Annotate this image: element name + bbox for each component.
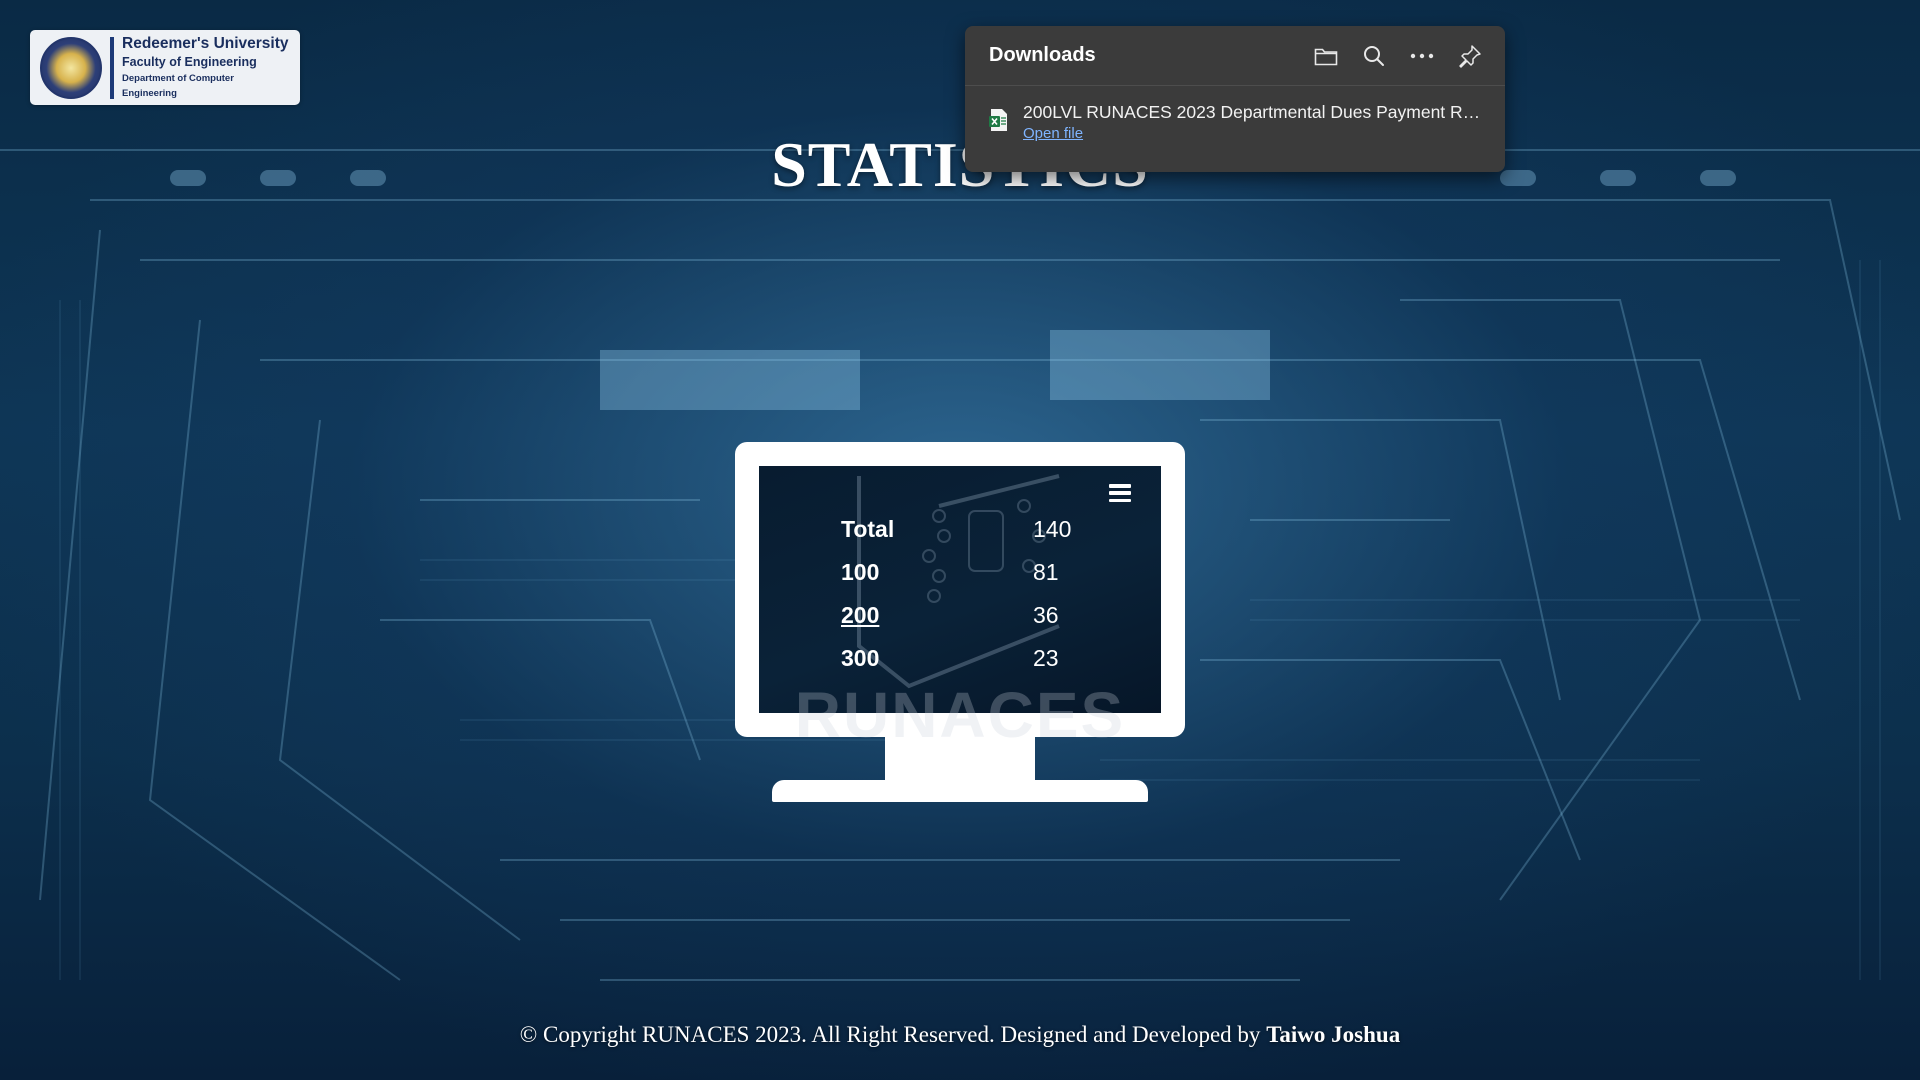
stat-link-200[interactable]: 200	[841, 602, 1033, 629]
downloads-header: Downloads	[965, 26, 1505, 86]
university-seal-icon	[40, 36, 102, 99]
stats-table: Total 140 100 81 200 36 300 23	[841, 508, 1101, 680]
university-logo[interactable]: Redeemer's University Faculty of Enginee…	[30, 30, 300, 105]
page-title: STATISTICS	[771, 129, 1149, 200]
university-name: Redeemer's University	[122, 35, 289, 52]
stat-value: 140	[1033, 516, 1072, 542]
footer: © Copyright RUNACES 2023. All Right Rese…	[0, 1022, 1920, 1048]
menu-icon[interactable]	[1109, 484, 1131, 502]
monitor-screen: Total 140 100 81 200 36 300 23	[759, 466, 1161, 713]
download-filename[interactable]: 200LVL RUNACES 2023 Departmental Dues Pa…	[1023, 100, 1485, 124]
department-name: Department of Computer Engineering	[122, 73, 234, 99]
stat-value: 36	[1033, 602, 1059, 628]
search-icon[interactable]	[1361, 43, 1387, 69]
downloads-panel: Downloads 200LVL RUNACES 2023 Department…	[965, 26, 1505, 172]
logo-text: Redeemer's University Faculty of Enginee…	[122, 34, 290, 101]
stat-value: 23	[1033, 645, 1059, 671]
downloads-title: Downloads	[989, 44, 1096, 66]
logo-divider	[110, 36, 114, 99]
downloads-toolbar	[1313, 43, 1483, 69]
stat-label[interactable]: 300	[841, 645, 1033, 672]
stat-label[interactable]: 100	[841, 559, 1033, 586]
faculty-name: Faculty of Engineering	[122, 55, 257, 69]
stat-row-100: 100 81	[841, 551, 1101, 594]
download-info: 200LVL RUNACES 2023 Departmental Dues Pa…	[1023, 100, 1485, 144]
footer-author: Taiwo Joshua	[1266, 1022, 1401, 1047]
open-file-link[interactable]: Open file	[1023, 124, 1083, 144]
stat-row-total: Total 140	[841, 508, 1101, 551]
download-item[interactable]: 200LVL RUNACES 2023 Departmental Dues Pa…	[965, 86, 1505, 144]
stat-row-200: 200 36	[841, 594, 1101, 637]
stat-label: Total	[841, 516, 895, 542]
stat-row-300: 300 23	[841, 637, 1101, 680]
monitor-stand-base	[772, 780, 1148, 802]
excel-file-icon	[989, 109, 1007, 131]
pin-icon[interactable]	[1457, 43, 1483, 69]
folder-icon[interactable]	[1313, 43, 1339, 69]
runaces-watermark: RUNACES	[794, 679, 1126, 751]
footer-copyright: © Copyright RUNACES 2023. All Right Rese…	[519, 1022, 1267, 1047]
stat-value: 81	[1033, 559, 1059, 585]
more-icon[interactable]	[1409, 43, 1435, 69]
